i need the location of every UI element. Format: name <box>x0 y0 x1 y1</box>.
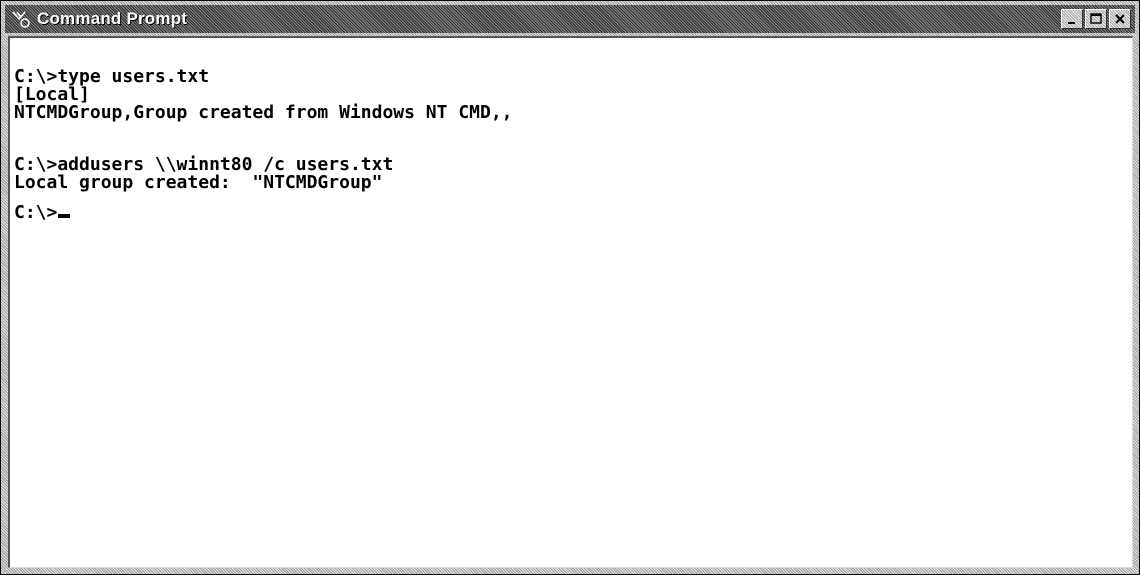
window-title: Command Prompt <box>37 9 188 28</box>
prompt-text: C:\> <box>14 202 58 223</box>
prompt-line[interactable]: C:\> <box>14 204 1132 222</box>
ms-dos-icon[interactable] <box>11 9 33 29</box>
minimize-icon <box>1068 22 1075 24</box>
text-cursor <box>58 214 71 218</box>
maximize-button[interactable] <box>1085 9 1107 29</box>
title-bar[interactable]: Command Prompt <box>5 5 1135 33</box>
maximize-icon <box>1090 13 1102 24</box>
close-icon <box>1115 14 1125 24</box>
minimize-button[interactable] <box>1061 9 1083 29</box>
window-controls <box>1061 9 1131 29</box>
command-prompt-window: Command Prompt C:\>type users.txt [Local… <box>0 0 1140 575</box>
console-line: NTCMDGroup,Group created from Windows NT… <box>14 102 513 123</box>
console-line: Local group created: "NTCMDGroup" <box>14 172 383 193</box>
close-button[interactable] <box>1109 9 1131 29</box>
console-line: C:\>type users.txt <box>14 66 210 87</box>
console-output-area[interactable]: C:\>type users.txt [Local] NTCMDGroup,Gr… <box>8 36 1133 568</box>
